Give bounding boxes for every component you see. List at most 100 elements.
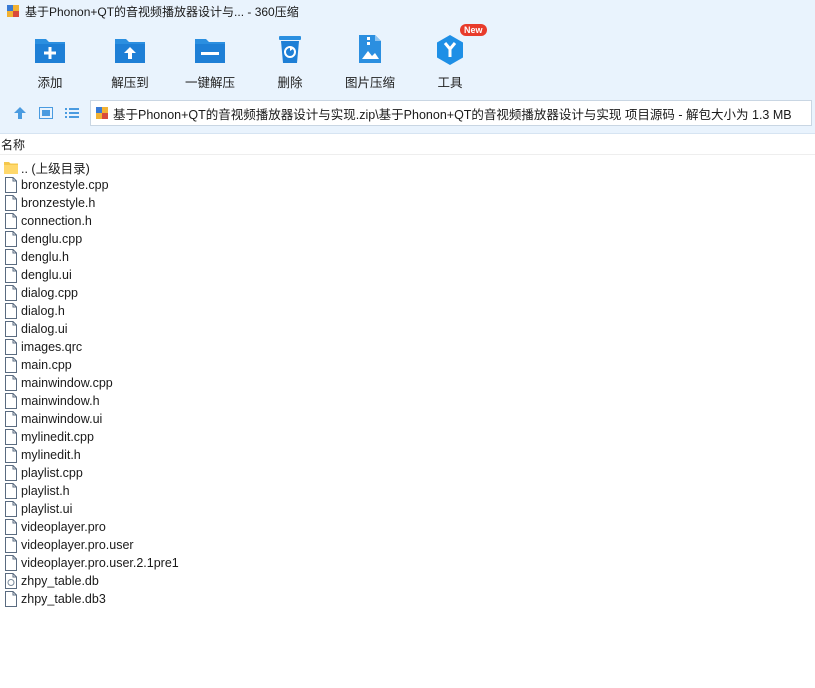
file-row[interactable]: denglu.cpp (0, 230, 815, 248)
file-row[interactable]: denglu.h (0, 248, 815, 266)
add-button[interactable]: 添加 (14, 22, 86, 91)
list-view-icon (65, 108, 79, 118)
list-view-button[interactable] (62, 103, 82, 123)
file-row[interactable]: main.cpp (0, 356, 815, 374)
file-name: mylinedit.h (21, 448, 81, 462)
file-row[interactable]: videoplayer.pro.user (0, 536, 815, 554)
file-icon (5, 375, 17, 391)
file-icon (5, 501, 17, 517)
file-row[interactable]: dialog.cpp (0, 284, 815, 302)
delete-label: 删除 (277, 76, 303, 90)
zip-archive-icon (96, 107, 108, 119)
path-text: 基于Phonon+QT的音视频播放器设计与实现.zip\基于Phonon+QT的… (113, 107, 792, 122)
file-row[interactable]: videoplayer.pro (0, 518, 815, 536)
file-row[interactable]: mainwindow.h (0, 392, 815, 410)
file-name: main.cpp (21, 358, 72, 372)
file-name: bronzestyle.cpp (21, 178, 109, 192)
file-name: mylinedit.cpp (21, 430, 94, 444)
parent-directory-label: .. (上级目录) (21, 161, 90, 176)
thumbnail-view-icon (39, 107, 53, 119)
file-icon (5, 447, 17, 463)
file-name: dialog.cpp (21, 286, 78, 300)
file-icon (5, 357, 17, 373)
file-row[interactable]: dialog.ui (0, 320, 815, 338)
file-name: playlist.ui (21, 502, 73, 516)
file-icon (5, 555, 17, 571)
extract-to-label: 解压到 (111, 76, 149, 90)
address-bar: 基于Phonon+QT的音视频播放器设计与实现.zip\基于Phonon+QT的… (0, 96, 815, 130)
file-row[interactable]: connection.h (0, 212, 815, 230)
file-row[interactable]: mylinedit.cpp (0, 428, 815, 446)
file-name: dialog.ui (21, 322, 68, 336)
image-compress-button[interactable]: 图片压缩 (334, 22, 406, 91)
file-name: playlist.cpp (21, 466, 83, 480)
window-title: 基于Phonon+QT的音视频播放器设计与... - 360压缩 (25, 4, 299, 19)
file-icon (5, 303, 17, 319)
tools-icon (433, 32, 467, 66)
tools-label: 工具 (437, 76, 463, 90)
file-row[interactable]: bronzestyle.h (0, 194, 815, 212)
add-label: 添加 (37, 76, 63, 90)
delete-button[interactable]: 删除 (254, 22, 326, 91)
file-row[interactable]: dialog.h (0, 302, 815, 320)
file-row[interactable]: mylinedit.h (0, 446, 815, 464)
file-icon (5, 177, 17, 193)
up-arrow-icon (14, 107, 26, 119)
extract-to-button[interactable]: 解压到 (94, 22, 166, 91)
file-icon (5, 195, 17, 211)
one-click-extract-button[interactable]: 一键解压 (174, 22, 246, 91)
file-name: videoplayer.pro (21, 520, 106, 534)
file-row[interactable]: images.qrc (0, 338, 815, 356)
new-badge: New (460, 24, 487, 36)
file-icon (5, 483, 17, 499)
file-name: zhpy_table.db3 (21, 592, 106, 606)
file-icon (5, 231, 17, 247)
file-icon (5, 537, 17, 553)
file-row[interactable]: videoplayer.pro.user.2.1pre1 (0, 554, 815, 572)
file-icon (5, 285, 17, 301)
parent-directory-row[interactable]: .. (上级目录) (0, 158, 815, 176)
file-icon (5, 213, 17, 229)
file-row[interactable]: mainwindow.ui (0, 410, 815, 428)
up-level-button[interactable] (10, 103, 30, 123)
file-name: zhpy_table.db (21, 574, 99, 588)
file-row[interactable]: mainwindow.cpp (0, 374, 815, 392)
folder-icon (4, 162, 18, 174)
one-click-extract-label: 一键解压 (184, 76, 235, 90)
tools-button[interactable]: New 工具 (414, 22, 487, 91)
file-name: denglu.ui (21, 268, 72, 282)
file-name: mainwindow.ui (21, 412, 103, 426)
file-icon (5, 519, 17, 535)
file-icon (5, 321, 17, 337)
path-field[interactable]: 基于Phonon+QT的音视频播放器设计与实现.zip\基于Phonon+QT的… (90, 100, 812, 126)
image-compress-icon (353, 32, 387, 66)
file-icon (5, 411, 17, 427)
database-file-icon (5, 573, 17, 589)
one-click-extract-icon (193, 32, 227, 66)
file-name: images.qrc (21, 340, 83, 354)
image-compress-label: 图片压缩 (344, 76, 395, 90)
extract-to-icon (113, 32, 147, 66)
file-row[interactable]: bronzestyle.cpp (0, 176, 815, 194)
file-icon (5, 249, 17, 265)
file-row[interactable]: denglu.ui (0, 266, 815, 284)
file-name: bronzestyle.h (21, 196, 96, 210)
file-row[interactable]: playlist.ui (0, 500, 815, 518)
column-header-label: 名称 (1, 137, 26, 152)
file-list: .. (上级目录) bronzestyle.cpp bronzestyle.h co… (0, 155, 815, 608)
file-icon (5, 267, 17, 283)
delete-icon (273, 32, 307, 66)
app-icon (7, 5, 19, 17)
file-row[interactable]: zhpy_table.db (0, 572, 815, 590)
file-row[interactable]: playlist.cpp (0, 464, 815, 482)
column-header-name[interactable]: 名称 (0, 134, 815, 155)
file-name: mainwindow.h (21, 394, 100, 408)
thumbnail-view-button[interactable] (36, 103, 56, 123)
file-name: videoplayer.pro.user (21, 538, 134, 552)
file-icon (5, 465, 17, 481)
file-name: playlist.h (21, 484, 70, 498)
title-bar: 基于Phonon+QT的音视频播放器设计与... - 360压缩 (0, 0, 815, 22)
file-row[interactable]: zhpy_table.db3 (0, 590, 815, 608)
file-row[interactable]: playlist.h (0, 482, 815, 500)
file-name: mainwindow.cpp (21, 376, 113, 390)
